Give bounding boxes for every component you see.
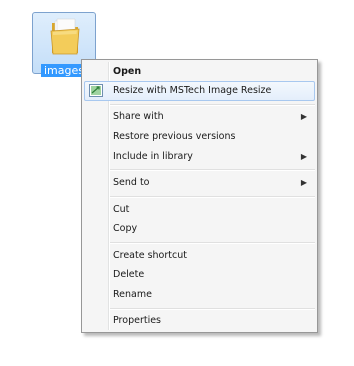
menu-item-copy[interactable]: Copy	[84, 219, 315, 239]
submenu-arrow-icon: ▶	[300, 152, 307, 161]
menu-separator	[110, 104, 315, 106]
menu-separator	[110, 169, 315, 171]
menu-item-label: Delete	[113, 269, 145, 280]
menu-item-label: Cut	[113, 204, 130, 215]
menu-item-label: Send to	[113, 177, 150, 188]
menu-separator	[110, 242, 315, 244]
menu-item-label: Include in library	[113, 151, 193, 162]
submenu-arrow-icon: ▶	[300, 112, 307, 121]
image-resize-icon	[89, 84, 103, 97]
menu-item-label: Resize with MSTech Image Resize	[113, 85, 272, 96]
menu-item-label: Properties	[113, 315, 162, 326]
folder-icon	[50, 18, 80, 55]
menu-item-label: Open	[113, 66, 142, 77]
menu-separator	[110, 308, 315, 310]
context-menu: Open Resize with MSTech Image Resize Sha…	[81, 59, 318, 333]
menu-item-label: Rename	[113, 289, 152, 300]
menu-item-rename[interactable]: Rename	[84, 285, 315, 305]
menu-item-cut[interactable]: Cut	[84, 200, 315, 220]
menu-item-label: Restore previous versions	[113, 131, 236, 142]
menu-item-include-in-library[interactable]: Include in library ▶	[84, 147, 315, 167]
menu-separator	[110, 196, 315, 198]
menu-item-label: Share with	[113, 111, 164, 122]
menu-item-send-to[interactable]: Send to ▶	[84, 173, 315, 193]
menu-item-delete[interactable]: Delete	[84, 265, 315, 285]
menu-item-restore-previous-versions[interactable]: Restore previous versions	[84, 127, 315, 147]
menu-item-label: Copy	[113, 223, 138, 234]
menu-item-create-shortcut[interactable]: Create shortcut	[84, 246, 315, 266]
menu-item-properties[interactable]: Properties	[84, 311, 315, 331]
menu-item-label: Create shortcut	[113, 250, 187, 261]
submenu-arrow-icon: ▶	[300, 178, 307, 187]
desktop: images Open Resize with MSTech Image Res…	[0, 0, 354, 366]
menu-item-share-with[interactable]: Share with ▶	[84, 107, 315, 127]
menu-item-resize-with-mstech[interactable]: Resize with MSTech Image Resize	[84, 81, 315, 101]
menu-item-open[interactable]: Open	[84, 62, 315, 82]
